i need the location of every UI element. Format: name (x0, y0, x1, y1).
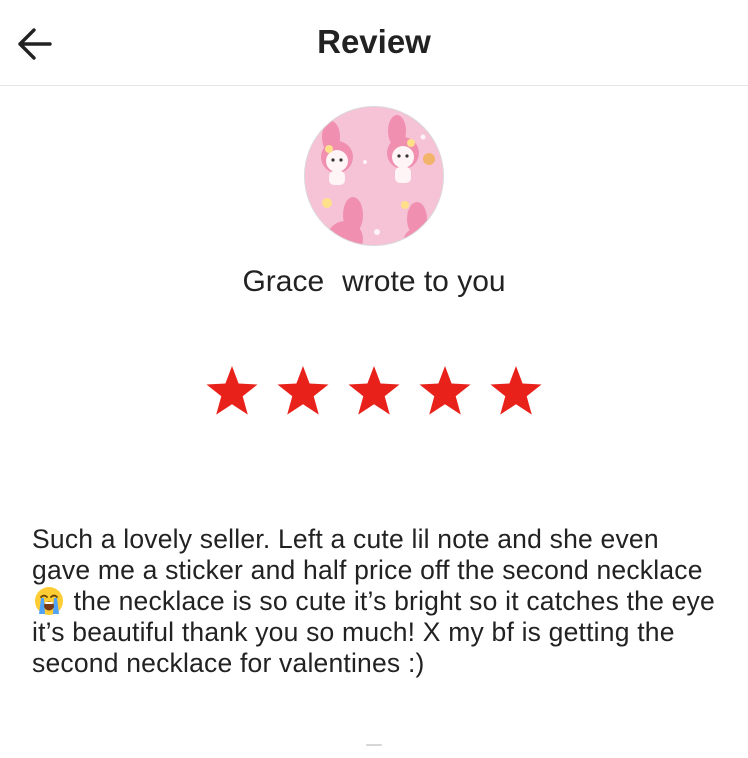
star-icon (206, 366, 258, 415)
avatar-image (305, 107, 443, 245)
reviewer-name[interactable]: Grace (242, 265, 324, 298)
star-rating (0, 364, 748, 420)
star-icon (490, 366, 542, 415)
review-text: Such a lovely seller. Left a cute lil no… (32, 524, 722, 679)
review-text-part-2: the necklace is so cute it’s bright so i… (32, 586, 715, 678)
reviewer-line: Grace wrote to you (0, 262, 748, 302)
loudly-crying-face-emoji (35, 587, 63, 615)
star-icon (419, 366, 471, 415)
page-title: Review (317, 23, 431, 60)
review-text-part-1: Such a lovely seller. Left a cute lil no… (32, 524, 703, 585)
star-icon (277, 366, 329, 415)
scroll-indicator (366, 744, 382, 746)
star-icon (348, 366, 400, 415)
header-bar: Review (0, 0, 748, 86)
reviewer-action-text: wrote to you (342, 265, 506, 298)
avatar[interactable] (304, 106, 444, 246)
